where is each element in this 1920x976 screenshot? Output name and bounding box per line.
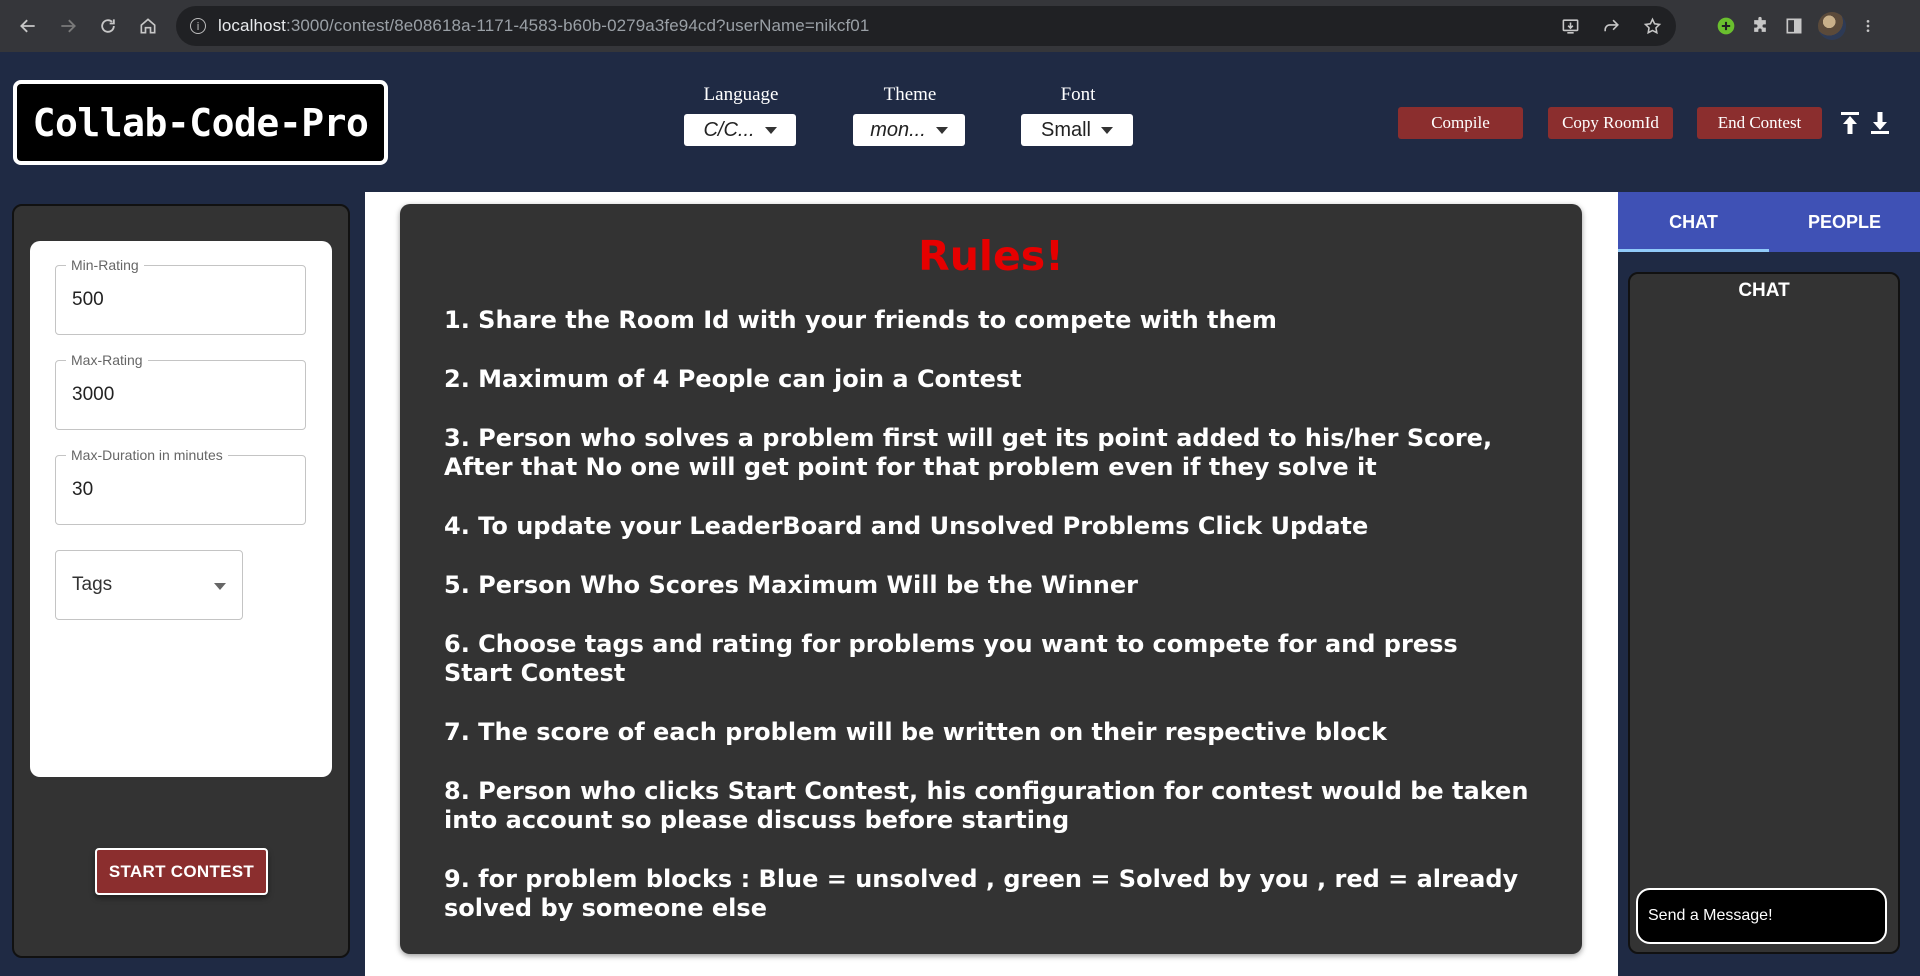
message-input[interactable]: Send a Message! [1636,888,1887,944]
side-panel-icon[interactable] [1784,16,1804,36]
chat-title: CHAT [1738,280,1790,301]
min-rating-label: Min-Rating [66,257,144,273]
app-logo: Collab-Code-Pro [13,80,388,165]
site-info-icon[interactable]: i [190,18,206,34]
min-rating-value: 500 [72,289,104,310]
tags-select[interactable]: Tags [55,550,243,620]
theme-label: Theme [883,84,937,105]
contest-settings-form: Min-Rating 500 Max-Rating 3000 Max-Durat… [30,241,332,777]
share-icon[interactable] [1602,17,1621,36]
upload-icon[interactable] [1838,110,1862,136]
browser-toolbar: i localhost:3000/contest/8e08618a-1171-4… [0,0,1920,52]
divider-right [1596,192,1618,976]
language-label: Language [703,84,779,105]
tab-people[interactable]: PEOPLE [1769,192,1920,252]
reload-icon[interactable] [88,6,128,46]
rule-item: 1. Share the Room Id with your friends t… [444,306,1277,334]
end-contest-button[interactable]: End Contest [1697,107,1822,139]
font-label: Font [1060,84,1096,105]
app-header: Collab-Code-Pro Language C/C... Theme mo… [0,52,1920,192]
copy-roomid-button[interactable]: Copy RoomId [1548,107,1673,139]
compile-button[interactable]: Compile [1398,107,1523,139]
chevron-down-icon [214,583,226,590]
chevron-down-icon [1101,126,1113,134]
max-duration-value: 30 [72,479,94,500]
rule-item: 8. Person who clicks Start Contest, his … [444,777,1529,834]
logo-text: Collab-Code-Pro [32,100,369,145]
divider-left [365,192,386,976]
url-path: :3000/contest/8e08618a-1171-4583-b60b-02… [286,16,870,35]
menu-dots-icon[interactable] [1860,16,1876,36]
extension-plus-icon[interactable] [1716,16,1736,36]
chevron-down-icon [764,126,777,134]
address-bar[interactable]: i localhost:3000/contest/8e08618a-1171-4… [176,6,1676,46]
rule-item: 9. for problem blocks : Blue = unsolved … [444,865,1519,922]
download-icon[interactable] [1868,110,1892,136]
tags-label: Tags [72,574,113,595]
language-dropdown[interactable]: C/C... [684,114,796,146]
min-rating-field[interactable]: Min-Rating 500 [55,257,306,335]
install-app-icon[interactable] [1561,17,1580,36]
language-selector: Language C/C... [684,84,798,146]
max-duration-field[interactable]: Max-Duration in minutes 30 [55,447,306,525]
extensions-puzzle-icon[interactable] [1750,16,1770,36]
profile-avatar[interactable] [1818,12,1846,40]
sidebar-tabs: CHAT PEOPLE [1618,192,1920,252]
chevron-down-icon [935,126,948,134]
bookmark-star-icon[interactable] [1643,17,1662,36]
max-duration-label: Max-Duration in minutes [66,447,228,463]
back-icon[interactable] [8,6,48,46]
home-icon[interactable] [128,6,168,46]
theme-selector: Theme mon... [853,84,967,146]
rules-title: Rules! [918,232,1064,280]
theme-value: mon... [870,118,926,141]
start-contest-button[interactable]: START CONTEST [95,848,268,895]
rule-item: 3. Person who solves a problem first wil… [444,424,1493,481]
rule-item: 7. The score of each problem will be wri… [444,718,1387,746]
max-rating-label: Max-Rating [66,352,148,368]
rule-item: 5. Person Who Scores Maximum Will be the… [444,571,1138,599]
forward-icon[interactable] [48,6,88,46]
rule-item: 4. To update your LeaderBoard and Unsolv… [444,512,1369,540]
theme-dropdown[interactable]: mon... [853,114,965,146]
url-host: localhost [218,16,286,35]
font-value: Small [1040,118,1091,141]
chat-panel: CHAT Send a Message! [1628,272,1900,954]
rule-item: 2. Maximum of 4 People can join a Contes… [444,365,1022,393]
language-value: C/C... [703,118,755,141]
rule-item: 6. Choose tags and rating for problems y… [444,630,1458,687]
max-rating-value: 3000 [72,384,115,405]
font-dropdown[interactable]: Small [1021,114,1133,146]
tab-chat[interactable]: CHAT [1618,192,1769,252]
max-rating-field[interactable]: Max-Rating 3000 [55,352,306,430]
rules-panel: Rules! 1. Share the Room Id with your fr… [400,204,1582,954]
font-selector: Font Small [1021,84,1135,146]
